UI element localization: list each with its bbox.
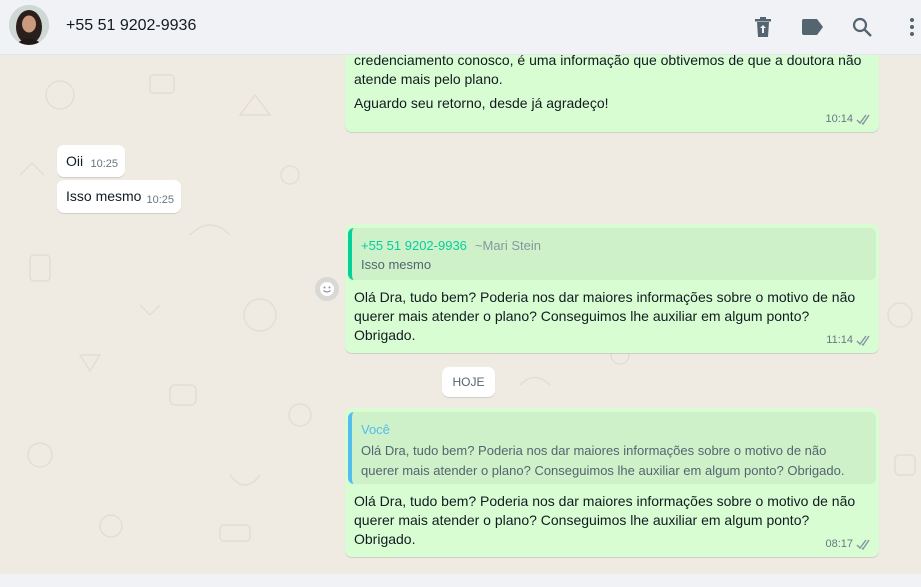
day-separator: HOJE — [442, 367, 495, 397]
emoji-reaction-button[interactable] — [315, 277, 339, 301]
message-outgoing[interactable]: +55 51 9202-9936 ~Mari Stein Isso mesmo … — [345, 224, 879, 353]
search-icon[interactable] — [849, 14, 875, 40]
message-time: 10:14 — [825, 113, 853, 125]
quoted-message[interactable]: Você Olá Dra, tudo bem? Poderia nos dar … — [348, 412, 876, 484]
message-text: Olá Dra, tudo bem? Poderia nos dar maior… — [354, 289, 856, 343]
message-meta: 10:25 — [146, 191, 174, 210]
quote-author: +55 51 9202-9936 — [361, 238, 467, 253]
message-time: 10:25 — [90, 158, 118, 170]
message-incoming[interactable]: Isso mesmo 10:25 — [57, 180, 181, 213]
contact-name[interactable]: +55 51 9202-9936 — [66, 17, 196, 35]
message-outgoing[interactable]: credenciamento conosco, é uma informação… — [345, 55, 879, 132]
message-time: 10:25 — [146, 194, 174, 206]
message-meta: 10:25 — [90, 155, 118, 174]
message-text: Olá Dra, tudo bem? Poderia nos dar maior… — [354, 493, 856, 547]
menu-icon[interactable] — [899, 14, 921, 40]
message-meta: 11:14 — [826, 331, 872, 350]
message-incoming[interactable]: Oii 10:25 — [57, 145, 125, 177]
composer-bar[interactable] — [0, 574, 921, 587]
message-time: 08:17 — [825, 538, 853, 550]
chat-panel[interactable]: credenciamento conosco, é uma informação… — [0, 55, 921, 574]
quote-text: Olá Dra, tudo bem? Poderia nos dar maior… — [361, 443, 845, 478]
trash-icon[interactable] — [750, 14, 776, 40]
read-ticks-icon — [856, 114, 870, 125]
quote-text: Isso mesmo — [361, 257, 432, 272]
chat-header: +55 51 9202-9936 — [0, 0, 921, 55]
message-text-line: atende mais pelo plano. — [354, 71, 503, 87]
label-icon[interactable] — [800, 14, 826, 40]
smiley-icon — [320, 282, 334, 296]
message-outgoing[interactable]: Você Olá Dra, tudo bem? Poderia nos dar … — [345, 408, 879, 557]
message-text: Isso mesmo — [66, 188, 142, 204]
quoted-message[interactable]: +55 51 9202-9936 ~Mari Stein Isso mesmo — [348, 228, 876, 280]
message-text-line: Aguardo seu retorno, desde já agradeço! — [354, 95, 609, 111]
message-time: 11:14 — [826, 334, 853, 346]
read-ticks-icon — [856, 539, 870, 550]
quote-author: Você — [361, 422, 390, 437]
message-text-line: credenciamento conosco, é uma informação… — [354, 55, 862, 68]
contact-avatar[interactable] — [9, 5, 49, 45]
read-ticks-icon — [856, 335, 870, 346]
quote-push-name: ~Mari Stein — [474, 238, 542, 253]
message-text: Oii — [66, 153, 84, 169]
message-meta: 10:14 — [825, 110, 872, 129]
message-meta: 08:17 — [825, 535, 872, 554]
